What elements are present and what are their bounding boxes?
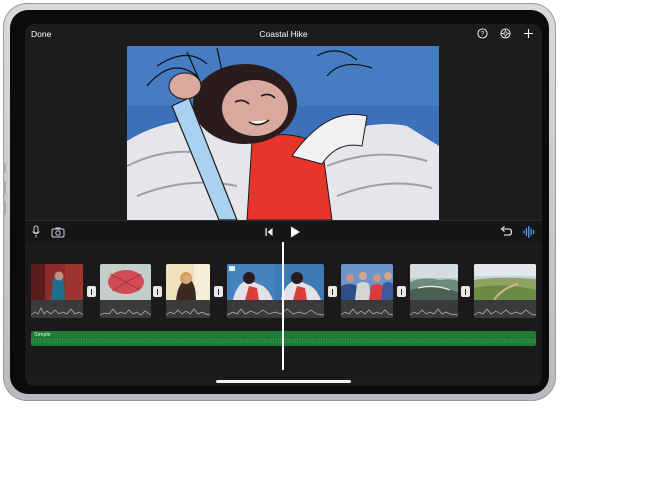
video-clip[interactable] [410,264,458,318]
play-icon[interactable] [289,225,301,239]
svg-text:?: ? [481,32,485,38]
transition-button[interactable] [397,286,406,297]
transition-button[interactable] [214,286,223,297]
clip-audio-waveform [474,300,536,318]
transition-button[interactable] [153,286,162,297]
video-clip[interactable] [474,264,536,318]
video-preview-frame[interactable] [127,46,439,220]
transition-button[interactable] [87,286,96,297]
music-waveform [31,339,536,343]
side-button [3,181,6,195]
video-clip[interactable] [341,264,393,318]
add-icon[interactable] [523,28,534,39]
transition-button[interactable] [328,286,337,297]
playback-controls [25,220,542,243]
undo-icon[interactable] [499,225,513,239]
project-title: Coastal Hike [259,29,308,39]
transition-button[interactable] [461,286,470,297]
skip-to-start-icon[interactable] [264,226,274,238]
clip-audio-waveform [100,300,151,318]
comic-filter-preview-image [127,46,439,220]
clip-thumbnail [227,264,324,300]
clip-audio-waveform [341,300,393,318]
imovie-screen: Done Coastal Hike ? Simple [25,24,542,386]
clip-audio-waveform [410,300,458,318]
clip-thumbnail [100,264,151,300]
microphone-icon[interactable] [30,225,42,239]
clip-thumbnail [341,264,393,300]
top-bar: Done Coastal Hike ? [25,24,542,46]
video-clip[interactable] [100,264,151,318]
help-icon[interactable]: ? [477,28,488,39]
background-music-track[interactable]: Simple [31,331,536,346]
home-indicator[interactable] [216,380,351,383]
settings-icon[interactable] [500,28,511,39]
side-button [3,201,6,215]
music-track-label: Simple [34,332,51,338]
timeline[interactable]: Simple [25,242,542,378]
clip-audio-waveform [166,300,210,318]
video-clip-selected[interactable] [227,264,324,318]
clip-thumbnail [31,264,83,300]
clip-thumbnail [166,264,210,300]
clip-audio-waveform [227,300,324,318]
playhead[interactable] [282,242,284,370]
camera-icon[interactable] [51,225,65,239]
clip-thumbnail [410,264,458,300]
clip-audio-waveform [31,300,83,318]
clip-thumbnail [474,264,536,300]
side-button [3,163,6,173]
ipad-device: Done Coastal Hike ? Simple [3,3,556,401]
audio-waveform-icon[interactable] [522,225,536,239]
preview-viewer [25,46,542,242]
video-clip[interactable] [166,264,210,318]
video-clip[interactable] [31,264,83,318]
